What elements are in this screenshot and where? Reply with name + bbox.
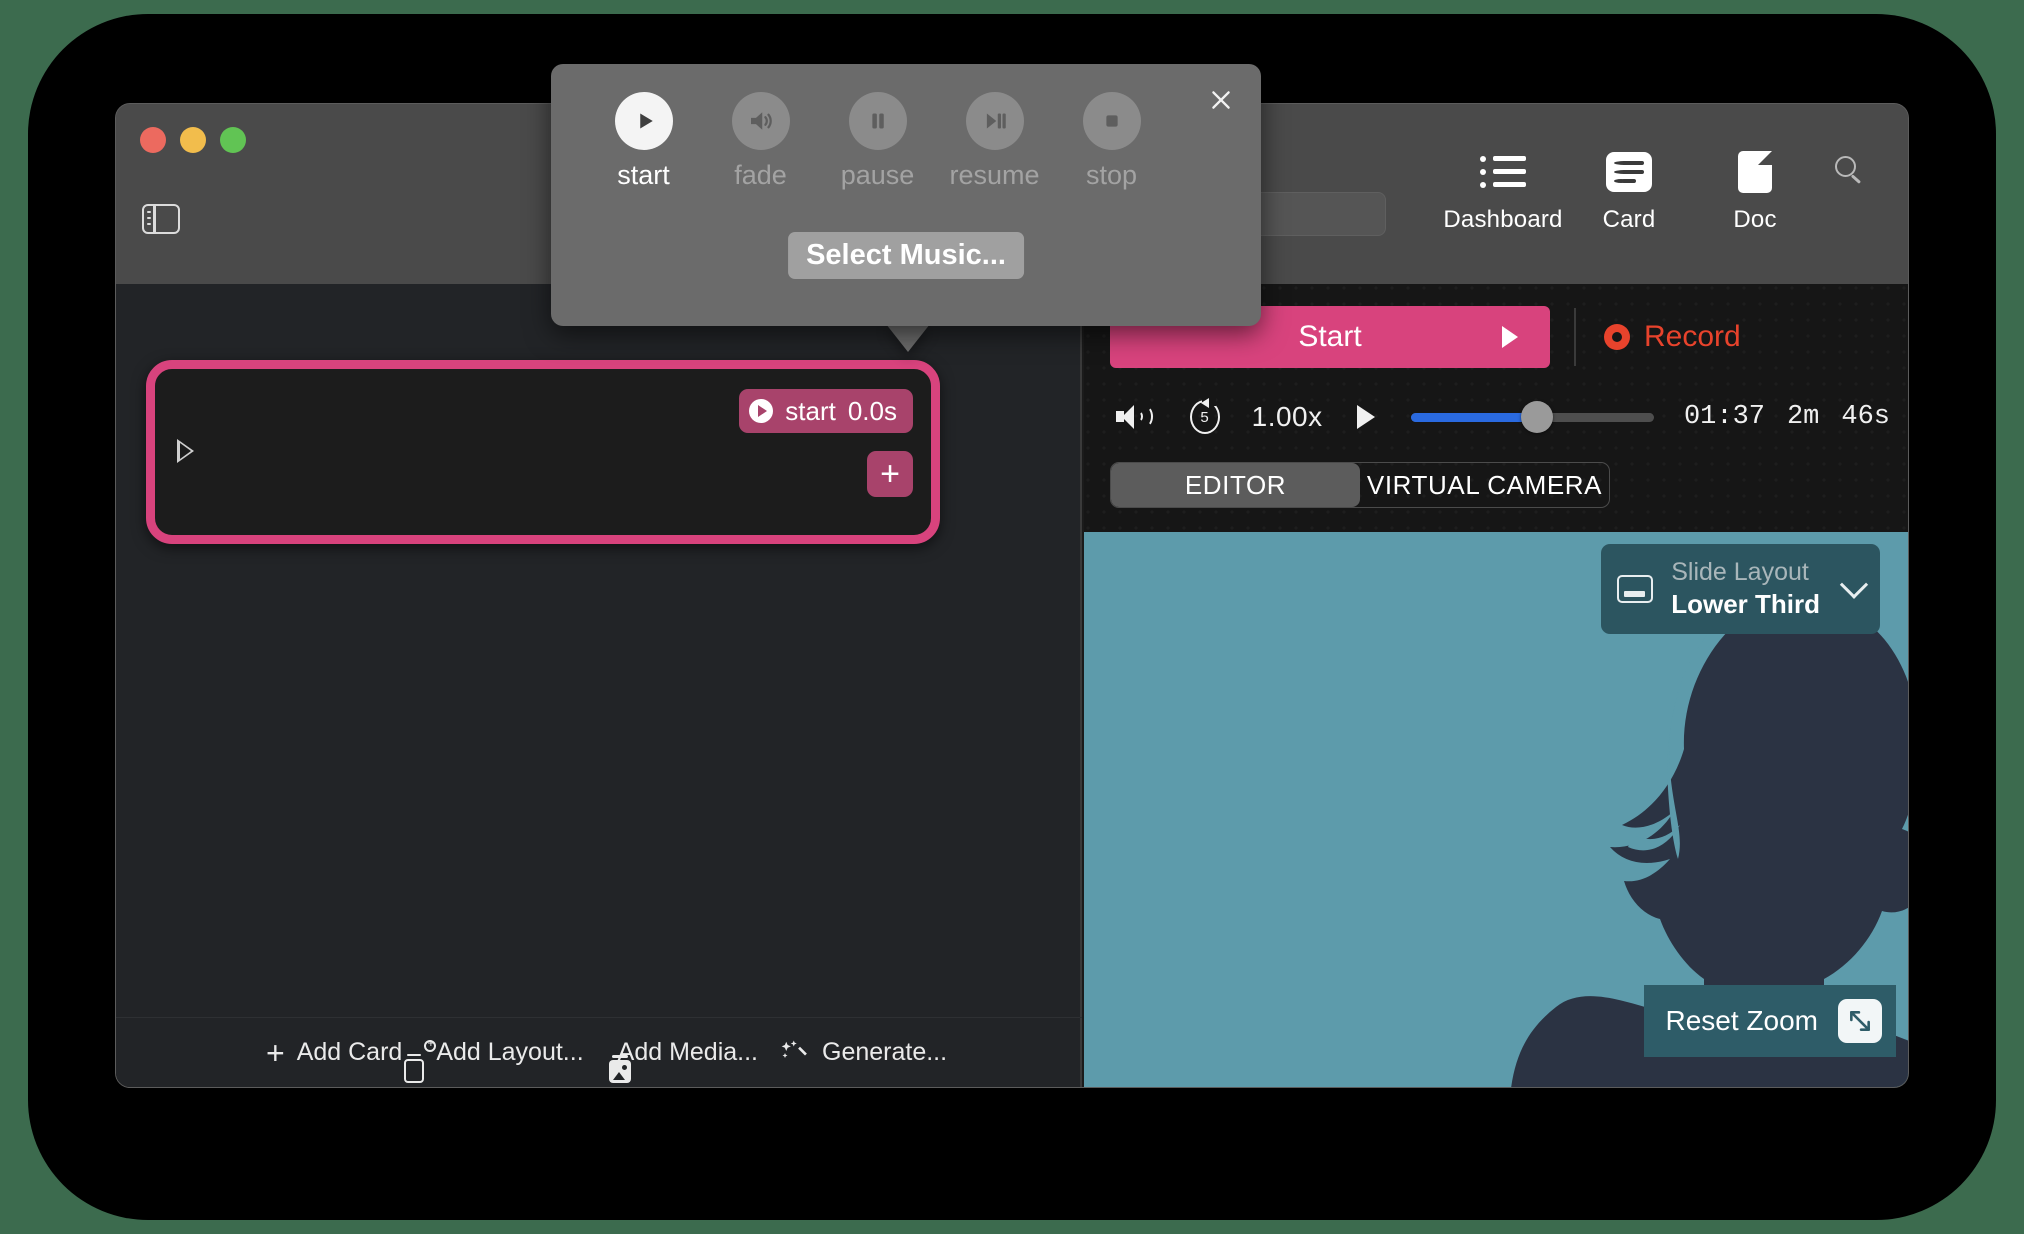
slide-layout-dropdown[interactable]: Slide Layout Lower Third bbox=[1601, 544, 1880, 634]
play-outline-icon[interactable] bbox=[177, 439, 194, 463]
music-action-label-fade: fade bbox=[734, 160, 787, 191]
reset-zoom-button[interactable]: Reset Zoom bbox=[1644, 985, 1897, 1057]
cards-panel: start 0.0s + + Add Card Add Layout... bbox=[116, 284, 1082, 1087]
progress-knob[interactable] bbox=[1521, 401, 1553, 433]
music-action-fade[interactable]: fade bbox=[702, 92, 819, 191]
slide-layout-value: Lower Third bbox=[1671, 589, 1820, 620]
card-item-selected[interactable]: start 0.0s + bbox=[146, 360, 940, 544]
add-card-button[interactable]: + Add Card bbox=[266, 1037, 402, 1069]
start-button-label: Start bbox=[1298, 320, 1361, 354]
toolbar-divider bbox=[1574, 308, 1576, 366]
play-circle-icon bbox=[749, 399, 773, 423]
add-layout-label: Add Layout... bbox=[436, 1038, 583, 1067]
card-add-button[interactable]: + bbox=[867, 451, 913, 497]
progress-fill bbox=[1411, 413, 1538, 422]
stop-icon bbox=[1083, 92, 1141, 150]
close-window-button[interactable] bbox=[140, 127, 166, 153]
skip-back-5-icon[interactable]: 5 bbox=[1190, 400, 1220, 434]
progress-slider[interactable] bbox=[1411, 413, 1654, 422]
music-action-resume[interactable]: resume bbox=[936, 92, 1053, 191]
music-action-label-stop: stop bbox=[1086, 160, 1137, 191]
add-media-label: Add Media... bbox=[618, 1038, 758, 1067]
minimize-window-button[interactable] bbox=[180, 127, 206, 153]
card-start-chip[interactable]: start 0.0s bbox=[739, 389, 913, 433]
play-triangle-icon bbox=[1502, 326, 1518, 348]
list-bullet-icon bbox=[1480, 148, 1526, 196]
music-action-label-pause: pause bbox=[841, 160, 915, 191]
music-popover: start fade pause bbox=[551, 64, 1261, 326]
chevron-down-icon[interactable] bbox=[1840, 571, 1868, 599]
current-time: 01:37 bbox=[1684, 402, 1765, 432]
speaker-icon bbox=[732, 92, 790, 150]
reset-zoom-label: Reset Zoom bbox=[1666, 1005, 1819, 1037]
record-dot-icon bbox=[1604, 324, 1630, 350]
total-seconds: 46s bbox=[1841, 402, 1890, 432]
generate-label: Generate... bbox=[822, 1038, 947, 1067]
record-label: Record bbox=[1644, 320, 1741, 354]
slide-layout-title: Slide Layout bbox=[1671, 558, 1820, 587]
toolbar-item-doc[interactable]: Doc bbox=[1692, 142, 1818, 234]
sidebar-toggle-icon[interactable] bbox=[142, 204, 180, 234]
tab-virtual-camera[interactable]: VIRTUAL CAMERA bbox=[1360, 463, 1609, 507]
card-chip-label: start bbox=[785, 396, 836, 427]
card-chip-time: 0.0s bbox=[848, 396, 897, 427]
music-action-pause[interactable]: pause bbox=[819, 92, 936, 191]
resize-arrows-icon bbox=[1838, 999, 1882, 1043]
toolbar-right-group: Dashboard Card Doc bbox=[1440, 142, 1878, 234]
sparkle-wand-icon bbox=[780, 1038, 810, 1068]
toolbar-label-card: Card bbox=[1603, 206, 1656, 234]
lower-third-icon bbox=[1617, 575, 1653, 603]
cards-bottom-toolbar: + Add Card Add Layout... Add Media... bbox=[116, 1017, 1082, 1087]
tab-editor[interactable]: EDITOR bbox=[1111, 463, 1360, 507]
add-card-label: Add Card bbox=[297, 1038, 403, 1067]
pause-icon bbox=[849, 92, 907, 150]
play-icon bbox=[615, 92, 673, 150]
playback-speed-value[interactable]: 1.00x bbox=[1252, 401, 1323, 433]
music-action-label-start: start bbox=[617, 160, 670, 191]
popover-tail bbox=[886, 324, 930, 352]
volume-icon[interactable] bbox=[1116, 404, 1146, 430]
view-mode-segmented-control: EDITOR VIRTUAL CAMERA bbox=[1110, 462, 1610, 508]
music-action-label-resume: resume bbox=[949, 160, 1039, 191]
card-icon bbox=[1606, 148, 1652, 196]
close-icon[interactable] bbox=[1203, 82, 1239, 118]
toolbar-item-dashboard[interactable]: Dashboard bbox=[1440, 142, 1566, 234]
music-action-stop[interactable]: stop bbox=[1053, 92, 1170, 191]
play-pause-icon bbox=[966, 92, 1024, 150]
total-minutes: 2m bbox=[1787, 402, 1819, 432]
toolbar-label-dashboard: Dashboard bbox=[1443, 206, 1562, 234]
time-readout: 01:37 2m 46s bbox=[1684, 402, 1890, 432]
plus-icon: + bbox=[266, 1037, 285, 1069]
record-button[interactable]: Record bbox=[1604, 320, 1741, 354]
select-music-button[interactable]: Select Music... bbox=[788, 232, 1024, 279]
music-action-start[interactable]: start bbox=[585, 92, 702, 191]
preview-panel: Start Record 5 1.00x bbox=[1084, 284, 1908, 1087]
zoom-window-button[interactable] bbox=[220, 127, 246, 153]
add-media-button[interactable]: Add Media... bbox=[606, 1038, 758, 1067]
preview-canvas[interactable]: Slide Layout Lower Third Reset Zoom bbox=[1084, 532, 1908, 1087]
toolbar-label-doc: Doc bbox=[1733, 206, 1776, 234]
toolbar-item-card[interactable]: Card bbox=[1566, 142, 1692, 234]
play-icon[interactable] bbox=[1357, 405, 1375, 429]
add-layout-button[interactable]: Add Layout... bbox=[424, 1038, 583, 1067]
doc-icon bbox=[1738, 148, 1772, 196]
music-action-row: start fade pause bbox=[585, 92, 1170, 191]
generate-button[interactable]: Generate... bbox=[780, 1038, 947, 1068]
transport-controls: 5 1.00x 01:37 2m 46s bbox=[1110, 392, 1890, 442]
window-content: start 0.0s + + Add Card Add Layout... bbox=[116, 284, 1908, 1087]
search-icon[interactable] bbox=[1818, 142, 1878, 182]
